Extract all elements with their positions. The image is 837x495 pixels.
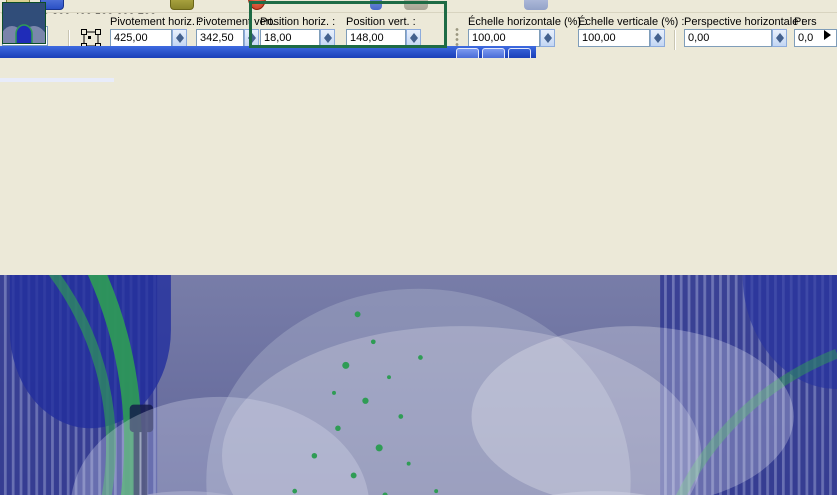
psp-application-window: ▾ Pivotement horiz. : Pivotement vert. :… [0, 0, 837, 495]
undo-icon[interactable] [248, 0, 266, 10]
image-window-titlebar [0, 46, 536, 58]
mini-frame-right [0, 147, 80, 207]
position-v-input[interactable] [346, 29, 406, 47]
image-document[interactable] [0, 24, 837, 495]
main-picture-art [0, 251, 837, 495]
toolbar-separator [674, 30, 676, 50]
scale-h-spinner[interactable] [540, 29, 555, 47]
perspective-v-label-cropped: Pers [794, 16, 817, 28]
toolbar-overflow-arrow-icon[interactable] [824, 30, 831, 40]
scale-h-input[interactable] [468, 29, 540, 47]
pivot-h-input[interactable] [110, 29, 172, 47]
perspective-h-input[interactable] [684, 29, 772, 47]
position-v-spinner[interactable] [406, 29, 421, 47]
main-picture[interactable] [0, 251, 837, 495]
perspective-h-spinner[interactable] [772, 29, 787, 47]
close-window-icon[interactable] [508, 48, 531, 58]
scale-h-label: Échelle horizontale (%) : [468, 16, 588, 28]
toolbar-misc-icon[interactable] [370, 0, 382, 10]
green-spray [0, 237, 34, 259]
standard-toolbar-cropped [0, 0, 837, 13]
scale-v-label: Échelle verticale (%) : [578, 16, 685, 28]
green-spray [0, 207, 48, 237]
toolbar-misc3-icon[interactable] [524, 0, 548, 10]
green-spray [0, 259, 120, 275]
perspective-h-label: Perspective horizontale : [684, 16, 805, 28]
mini-frame-center [0, 78, 114, 147]
canvas-area[interactable] [0, 24, 837, 495]
pivot-v-input[interactable] [196, 29, 244, 47]
pivot-h-label: Pivotement horiz. : [110, 16, 202, 28]
minimize-window-icon[interactable] [456, 48, 479, 58]
tool-options-bar: ▾ Pivotement horiz. : Pivotement vert. :… [0, 14, 837, 51]
pivot-h-spinner[interactable] [172, 29, 187, 47]
scale-v-input[interactable] [578, 29, 650, 47]
position-v-label: Position vert. : [346, 16, 416, 28]
scale-v-spinner[interactable] [650, 29, 665, 47]
position-h-input[interactable] [260, 29, 320, 47]
browse-icon[interactable] [170, 0, 194, 10]
pivot-v-spinner[interactable] [244, 29, 259, 47]
toolbar-misc2-icon[interactable] [404, 0, 428, 10]
position-h-spinner[interactable] [320, 29, 335, 47]
maximize-window-icon[interactable] [482, 48, 505, 58]
position-h-label: Position horiz. : [260, 16, 336, 28]
